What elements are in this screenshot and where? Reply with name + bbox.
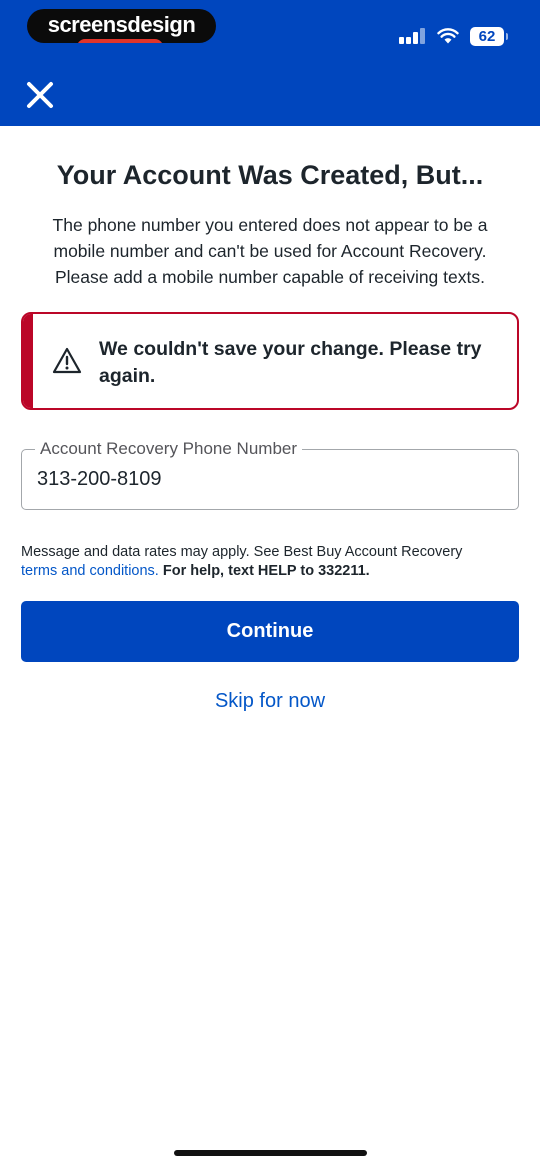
alert-accent-stripe — [23, 314, 33, 408]
help-text: For help, text HELP to 332211. — [162, 562, 370, 579]
disclaimer-text: Message and data rates may apply. See Be… — [21, 543, 521, 580]
disclaimer-prefix: Message and data rates may apply. See Be… — [21, 544, 463, 560]
page-title: Your Account Was Created, But... — [56, 160, 484, 190]
warning-icon — [52, 347, 82, 374]
terms-and-conditions-link[interactable]: terms and conditions. — [21, 563, 159, 579]
skip-for-now-link[interactable]: Skip for now — [0, 690, 540, 713]
close-icon — [27, 82, 53, 108]
home-indicator — [174, 1150, 367, 1156]
status-bar: 62 — [399, 25, 508, 47]
phone-number-label: Account Recovery Phone Number — [35, 439, 303, 459]
error-alert: We couldn't save your change. Please try… — [21, 312, 519, 410]
cellular-signal-icon — [399, 28, 425, 44]
alert-message: We couldn't save your change. Please try… — [99, 338, 482, 387]
phone-number-input[interactable] — [37, 464, 497, 494]
continue-button[interactable]: Continue — [21, 601, 519, 662]
phone-number-field: Account Recovery Phone Number — [21, 439, 519, 510]
battery-indicator: 62 — [470, 26, 508, 46]
wifi-icon — [437, 28, 459, 44]
watermark-text: screensdesign — [47, 12, 196, 37]
top-bar: screensdesign 62 — [0, 0, 540, 126]
watermark-logo: screensdesign — [27, 9, 216, 43]
close-button[interactable] — [22, 77, 58, 113]
page-subtitle: The phone number you entered does not ap… — [52, 215, 488, 287]
